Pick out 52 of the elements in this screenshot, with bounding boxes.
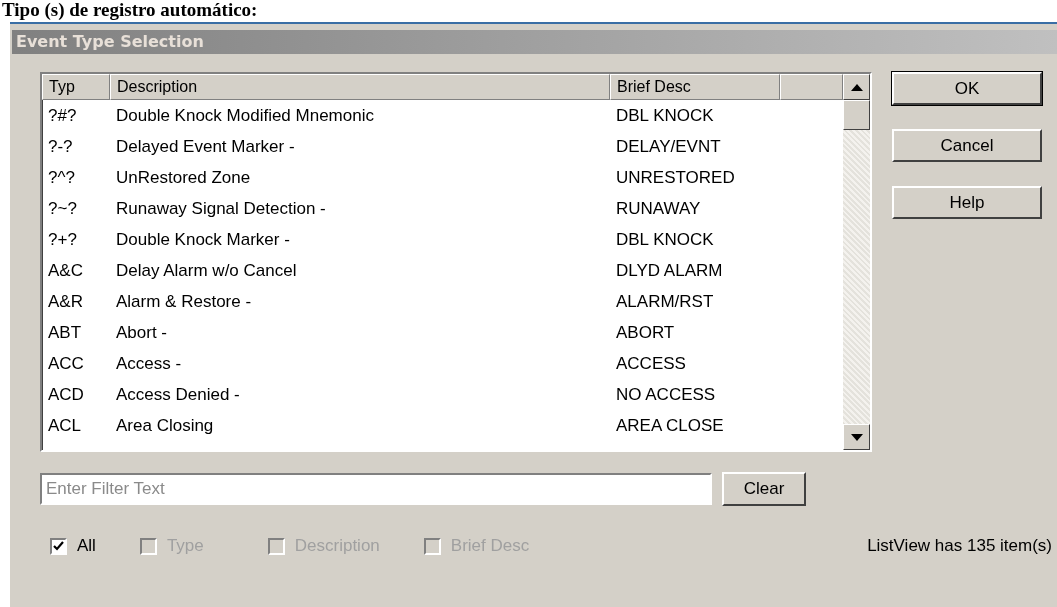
table-cell-text: ?^? <box>47 167 76 188</box>
column-header[interactable]: Typ <box>42 74 110 100</box>
table-cell-text: DELAY/EVNT <box>615 136 722 157</box>
table-cell-text: A&R <box>47 291 84 312</box>
table-cell-text: DBL KNOCK <box>615 229 715 250</box>
checkbox[interactable] <box>50 537 67 555</box>
dialog-button[interactable]: OK <box>892 72 1042 105</box>
table-cell-text: DLYD ALARM <box>615 260 724 281</box>
table-cell-text: ?-? <box>47 136 74 157</box>
table-cell-text: Abort - <box>115 322 169 343</box>
table-cell-text: ?~? <box>47 198 78 219</box>
down-arrow-icon <box>850 433 863 441</box>
table-cell-text: RUNAWAY <box>615 198 702 219</box>
table-cell-text: Double Knock Modified Mnemonic <box>115 105 375 126</box>
clear-button[interactable]: Clear <box>722 472 806 506</box>
column-header[interactable]: Description <box>110 74 610 100</box>
table-cell-text: ACD <box>47 384 85 405</box>
table-cell-text: Alarm & Restore - <box>115 291 253 312</box>
scroll-down-button[interactable] <box>843 424 870 450</box>
page-heading: Tipo (s) de registro automático: <box>1 0 259 20</box>
table-cell-text: Runaway Signal Detection - <box>115 198 327 219</box>
checkbox-label: All <box>77 536 96 556</box>
dialog-button[interactable]: Help <box>892 186 1042 219</box>
scrollbar[interactable] <box>843 74 870 450</box>
table-cell-text: Double Knock Marker - <box>115 229 291 250</box>
scroll-up-button[interactable] <box>843 74 870 100</box>
table-cell-text: Delayed Event Marker - <box>115 136 296 157</box>
table-cell-text: ABT <box>47 322 83 343</box>
table-cell-text: A&C <box>47 260 84 281</box>
status-text: ListView has 135 item(s) <box>867 536 1052 556</box>
table-cell-text: ?+? <box>47 229 78 250</box>
table-cell-text: ALARM/RST <box>615 291 715 312</box>
table-cell-text: Access Denied - <box>115 384 241 405</box>
table-cell-text: ACL <box>47 415 83 436</box>
table-cell-text: ACCESS <box>615 353 687 374</box>
table-cell-text: NO ACCESS <box>615 384 717 405</box>
table-cell-text: AREA CLOSE <box>615 415 725 436</box>
table-cell-text: DBL KNOCK <box>615 105 715 126</box>
table-cell-text: UnRestored Zone <box>115 167 252 188</box>
window-title: Event Type Selection <box>16 32 204 51</box>
up-arrow-icon <box>850 83 863 91</box>
table-cell-text: Access - <box>115 353 183 374</box>
scroll-thumb[interactable] <box>843 100 870 130</box>
table-cell-text: ACC <box>47 353 85 374</box>
dialog-button[interactable]: Cancel <box>892 129 1042 162</box>
filter-field[interactable]: Enter Filter Text <box>40 473 712 505</box>
table-cell-text: ABORT <box>615 322 676 343</box>
column-header[interactable]: Brief Desc <box>610 74 780 100</box>
table-cell-text: Delay Alarm w/o Cancel <box>115 260 298 281</box>
table-cell-text: Area Closing <box>115 415 215 436</box>
table-cell-text: UNRESTORED <box>615 167 736 188</box>
table-cell-text: ?#? <box>47 105 78 126</box>
